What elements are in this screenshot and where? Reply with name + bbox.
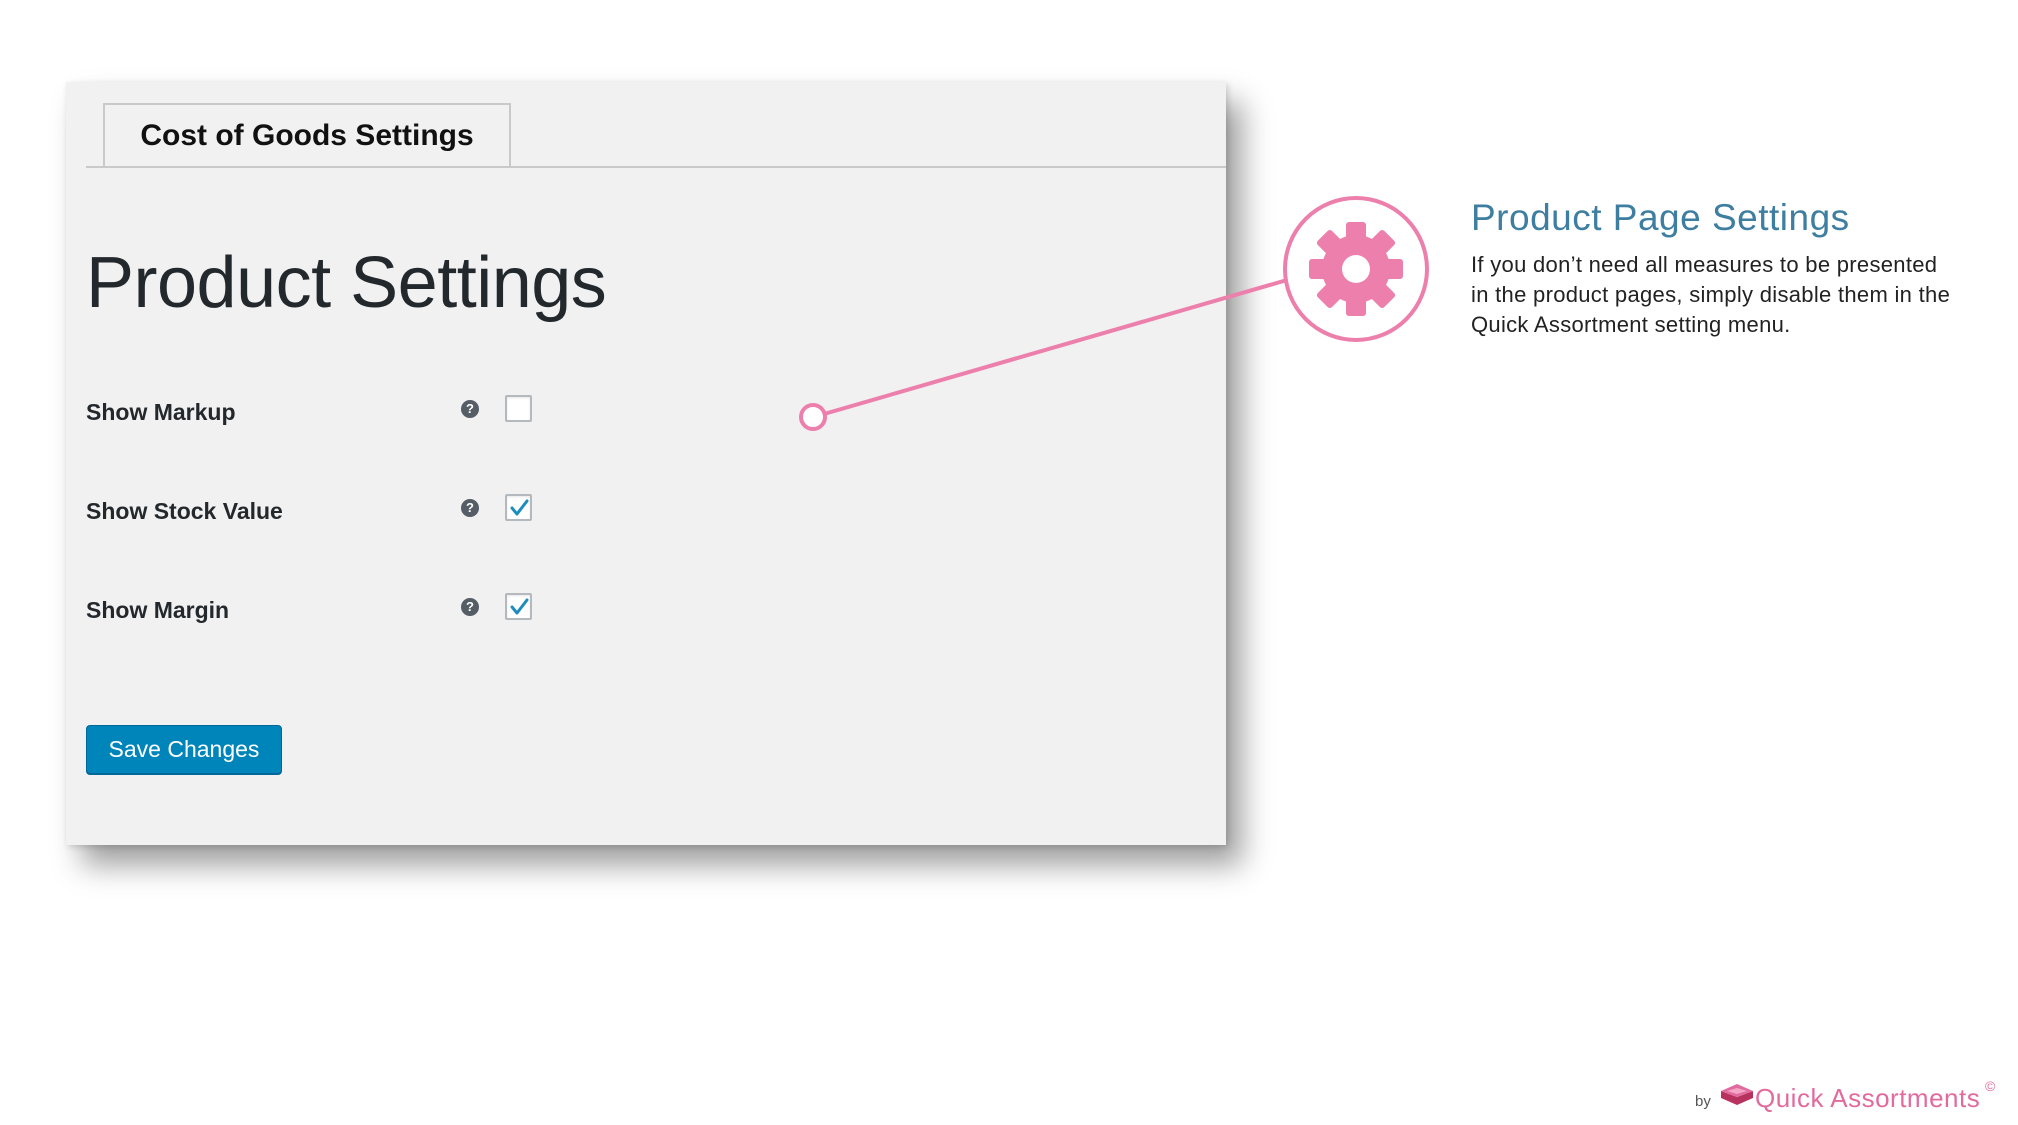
gear-icon — [1309, 222, 1403, 316]
callout-connector-line — [823, 278, 1288, 416]
slide: Cost of Goods Settings Product Settings … — [0, 0, 2018, 1125]
brand-name: Quick Assortments — [1755, 1083, 1981, 1113]
callout-graphic — [799, 196, 1429, 431]
copyright-symbol: © — [1985, 1078, 1996, 1094]
stacked-box-logo — [1721, 1084, 1753, 1105]
callout-anchor-dot — [799, 403, 827, 431]
brand-by-label: by — [1695, 1093, 1711, 1110]
tab-cost-of-goods-settings[interactable]: Cost of Goods Settings — [103, 103, 511, 166]
callout-title: Product Page Settings — [1471, 197, 1850, 238]
callout-description: If you don’t need all measures to be pre… — [1471, 252, 1951, 337]
